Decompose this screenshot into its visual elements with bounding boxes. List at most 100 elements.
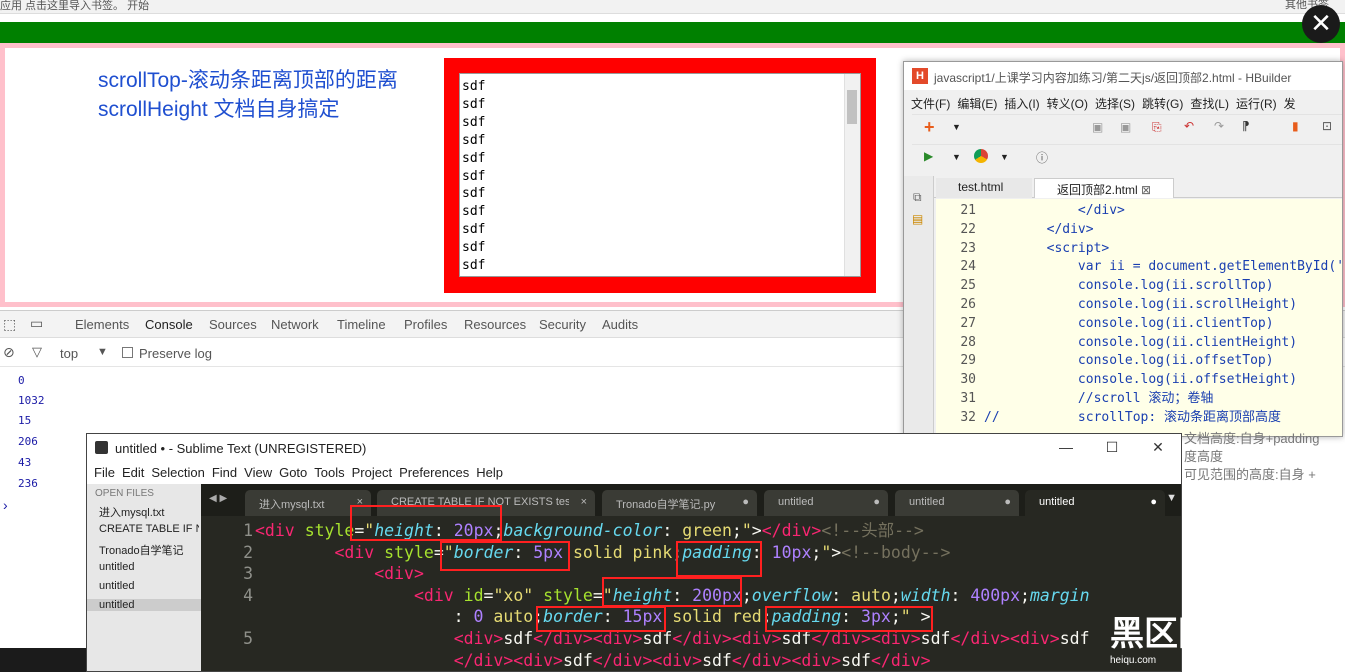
sublime-tab[interactable]: Tronado自学笔记.py ● bbox=[602, 490, 757, 516]
devtools-tab-console[interactable]: Console bbox=[145, 317, 193, 332]
revert-icon[interactable]: ⎘ bbox=[1152, 120, 1162, 135]
devtools-tab-network[interactable]: Network bbox=[271, 317, 319, 332]
minimize-icon[interactable]: — bbox=[1043, 439, 1089, 455]
sublime-menu-goto[interactable]: Goto bbox=[279, 465, 307, 480]
sublime-menu-file[interactable]: File bbox=[94, 465, 115, 480]
save-icon[interactable]: ▣ bbox=[1092, 120, 1103, 134]
close-icon[interactable]: ● bbox=[873, 496, 880, 508]
save-all-icon[interactable]: ▣ bbox=[1120, 120, 1131, 134]
hbuilder-menu-item[interactable]: 查找(L) bbox=[1190, 95, 1229, 112]
hbuilder-menu-item[interactable]: 转义(O) bbox=[1047, 95, 1088, 112]
sublime-menu-selection[interactable]: Selection bbox=[151, 465, 204, 480]
preserve-log-label: Preserve log bbox=[139, 346, 212, 361]
devtools-tab-profiles[interactable]: Profiles bbox=[404, 317, 447, 332]
sublime-menu-edit[interactable]: Edit bbox=[122, 465, 144, 480]
tab-menu-icon[interactable]: ▼ bbox=[1166, 492, 1177, 504]
console-prompt[interactable]: › bbox=[3, 497, 8, 513]
devtools-tab-audits[interactable]: Audits bbox=[602, 317, 638, 332]
sublime-menu-view[interactable]: View bbox=[244, 465, 272, 480]
tab-scroll-icon[interactable]: ◀ ▶ bbox=[209, 493, 227, 504]
outline-icon[interactable]: ⊡ bbox=[1322, 119, 1332, 133]
open-file-label: CREATE TABLE IF N bbox=[99, 523, 199, 535]
info-icon[interactable]: ⓘ bbox=[1036, 149, 1048, 166]
sublime-tab[interactable]: untitled ● bbox=[764, 490, 888, 516]
hbuilder-menu-item[interactable]: 跳转(G) bbox=[1142, 95, 1183, 112]
context-select[interactable]: top bbox=[60, 346, 78, 361]
close-overlay-button[interactable]: ✕ bbox=[1302, 5, 1340, 43]
redo-icon[interactable]: ↷ bbox=[1214, 119, 1224, 133]
page-description: scrollTop-滚动条距离顶部的距离 scrollHeight 文档自身搞定 bbox=[98, 66, 398, 124]
clear-console-icon[interactable]: ⊘ bbox=[3, 344, 15, 361]
sublime-tab[interactable]: untitled ● bbox=[895, 490, 1019, 516]
close-icon[interactable]: ● bbox=[1004, 496, 1011, 508]
chevron-down-icon[interactable]: ▼ bbox=[1000, 152, 1009, 162]
chrome-icon[interactable] bbox=[974, 149, 988, 163]
project-icon[interactable]: ▤ bbox=[912, 212, 923, 226]
open-file-item[interactable]: untitled bbox=[87, 599, 201, 611]
console-line: 206 bbox=[18, 435, 38, 448]
maximize-icon[interactable]: ☐ bbox=[1089, 439, 1135, 456]
close-icon[interactable]: ● bbox=[742, 496, 749, 508]
close-icon[interactable]: ✕ bbox=[1135, 439, 1181, 456]
devtools-tab-resources[interactable]: Resources bbox=[464, 317, 526, 332]
sublime-menu-tools[interactable]: Tools bbox=[314, 465, 344, 480]
undo-icon[interactable]: ↶ bbox=[1184, 119, 1194, 133]
devtools-tab-sources[interactable]: Sources bbox=[209, 317, 257, 332]
sublime-menu-project[interactable]: Project bbox=[352, 465, 392, 480]
device-mode-icon[interactable]: ▭ bbox=[30, 315, 43, 332]
code-line: var ii = document.getElementById('x bbox=[984, 259, 1343, 275]
hbuilder-menu-item[interactable]: 文件(F) bbox=[911, 95, 950, 112]
close-icon[interactable]: × bbox=[581, 496, 587, 508]
preserve-log-checkbox[interactable] bbox=[122, 347, 133, 358]
hbuilder-menu-item[interactable]: 选择(S) bbox=[1095, 95, 1135, 112]
hbuilder-menu-item[interactable]: 发 bbox=[1284, 95, 1296, 112]
inspect-icon[interactable]: ⬚ bbox=[3, 316, 16, 333]
sublime-tabbar: ◀ ▶ ▼ 进入mysql.txt × CREATE TABLE IF NOT EX… bbox=[201, 484, 1181, 516]
open-file-item[interactable]: untitled bbox=[99, 580, 199, 592]
hbuilder-menu-item[interactable]: 插入(I) bbox=[1004, 95, 1039, 112]
bookmark-icon[interactable]: ▮ bbox=[1292, 119, 1299, 133]
chevron-down-icon[interactable]: ▼ bbox=[952, 152, 961, 162]
close-icon[interactable]: ● bbox=[1150, 496, 1157, 508]
sublime-menu-help[interactable]: Help bbox=[476, 465, 503, 480]
sublime-tab-label: 进入mysql.txt bbox=[259, 499, 325, 511]
devtools-tab-timeline[interactable]: Timeline bbox=[337, 317, 386, 332]
bookmarks-text[interactable]: 应用 点击这里导入书签。 开始 bbox=[0, 0, 149, 13]
devtools-tab-security[interactable]: Security bbox=[539, 317, 586, 332]
open-file-label: 进入mysql.txt bbox=[99, 507, 165, 519]
run-icon[interactable]: ▶ bbox=[924, 149, 933, 163]
chevron-down-icon[interactable]: ▼ bbox=[952, 122, 961, 132]
devtools-tab-elements[interactable]: Elements bbox=[75, 317, 129, 332]
line-number: 2 bbox=[243, 542, 253, 562]
scrollbar-thumb[interactable] bbox=[847, 90, 857, 124]
open-file-item[interactable]: 进入mysql.txt bbox=[99, 504, 199, 520]
open-file-item[interactable]: CREATE TABLE IF N bbox=[99, 523, 199, 535]
tab-test-html[interactable]: test.html bbox=[936, 178, 1032, 198]
filter-icon[interactable]: ▽ bbox=[32, 344, 42, 360]
open-file-item[interactable]: untitled bbox=[99, 561, 199, 573]
restore-icon[interactable]: ⧉ bbox=[913, 190, 922, 205]
hbuilder-menu-item[interactable]: 编辑(E) bbox=[957, 95, 997, 112]
sdf-item: sdf bbox=[462, 168, 486, 184]
sublime-tab[interactable]: untitled ● bbox=[1025, 490, 1165, 516]
hbuilder-editor[interactable]: 21 22 23 24 25 26 27 28 29 30 31 32 </div> </div> <… bbox=[936, 199, 1343, 436]
sublime-menu-find[interactable]: Find bbox=[212, 465, 237, 480]
format-icon[interactable]: ⁋ bbox=[1242, 119, 1250, 133]
green-header-div bbox=[0, 22, 1345, 43]
bookmarks-bar: 应用 点击这里导入书签。 开始 其他书签 bbox=[0, 0, 1345, 14]
new-file-icon[interactable]: + bbox=[924, 117, 935, 138]
hbuilder-menu-item[interactable]: 运行(R) bbox=[1236, 95, 1277, 112]
open-file-label: Tronado自学笔记 bbox=[99, 545, 184, 557]
scrollbar[interactable] bbox=[844, 74, 860, 276]
open-file-label: untitled bbox=[99, 561, 135, 573]
sublime-menu-preferences[interactable]: Preferences bbox=[399, 465, 469, 480]
scroll-box[interactable]: sdf sdf sdf sdf sdf sdf sdf sdf sdf sdf sdf bbox=[459, 73, 861, 277]
tab-back-to-top[interactable]: 返回顶部2.html ⊠ bbox=[1034, 178, 1174, 198]
watermark-url: heiqu.com bbox=[1110, 655, 1157, 666]
open-file-item[interactable]: Tronado自学笔记 bbox=[99, 542, 199, 558]
hbuilder-toolbar-2: ▶ ▼ ▼ ⓘ bbox=[912, 144, 1342, 170]
highlight-box bbox=[350, 505, 502, 541]
chevron-down-icon[interactable]: ▼ bbox=[97, 346, 108, 358]
close-icon[interactable]: ⊠ bbox=[1141, 183, 1151, 197]
code-comment: 度高度 bbox=[1184, 449, 1224, 464]
